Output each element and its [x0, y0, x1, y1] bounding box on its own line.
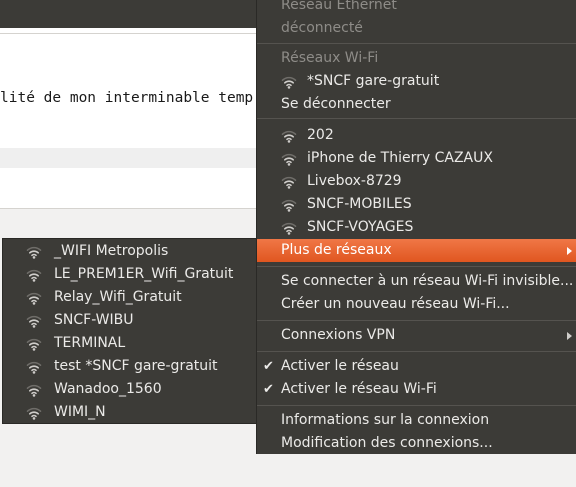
menu-separator [257, 405, 576, 406]
menu-separator [257, 320, 576, 321]
wifi-signal-icon [26, 384, 42, 397]
chevron-right-icon [567, 332, 572, 340]
check-icon: ✔ [263, 382, 274, 397]
ethernet-status: déconnecté [281, 20, 363, 36]
menu-separator [257, 118, 576, 119]
network-indicator-menu: Réseau Ethernet déconnecté Réseaux Wi-Fi… [256, 0, 576, 454]
wifi-signal-icon [26, 292, 42, 305]
wifi-network-item[interactable]: Relay_Wifi_Gratuit [3, 286, 256, 309]
connection-info-item[interactable]: Informations sur la connexion [257, 409, 576, 432]
wifi-signal-icon [281, 199, 297, 212]
wifi-heading: Réseaux Wi-Fi [281, 50, 379, 66]
wifi-network-item[interactable]: 202 [257, 124, 576, 147]
menu-separator [257, 43, 576, 44]
wifi-network-item[interactable]: _WIFI Metropolis [3, 240, 256, 263]
wifi-network-item[interactable]: TERMINAL [3, 332, 256, 355]
chevron-right-icon [567, 247, 572, 255]
menu-separator [257, 266, 576, 267]
wifi-network-item[interactable]: SNCF-VOYAGES [257, 216, 576, 239]
wifi-network-item[interactable]: iPhone de Thierry CAZAUX [257, 147, 576, 170]
check-icon: ✔ [263, 359, 274, 374]
wifi-network-item[interactable]: test *SNCF gare-gratuit [3, 355, 256, 378]
wifi-signal-icon [281, 76, 297, 89]
editor-text-line[interactable]: lité de mon interminable temp [0, 90, 253, 106]
wifi-signal-icon [26, 269, 42, 282]
wifi-signal-icon [281, 130, 297, 143]
wifi-signal-icon [281, 222, 297, 235]
menu-separator [257, 351, 576, 352]
wifi-network-item[interactable]: SNCF-MOBILES [257, 193, 576, 216]
wifi-signal-icon [26, 338, 42, 351]
connected-network-item[interactable]: *SNCF gare-gratuit [257, 70, 576, 93]
wifi-network-item[interactable]: SNCF-WIBU [3, 309, 256, 332]
wifi-signal-icon [26, 315, 42, 328]
create-network-item[interactable]: Créer un nouveau réseau Wi-Fi... [257, 293, 576, 316]
wifi-network-item[interactable]: Livebox-8729 [257, 170, 576, 193]
wifi-signal-icon [26, 361, 42, 374]
ethernet-heading: Réseau Ethernet [281, 0, 397, 13]
more-networks-submenu: _WIFI Metropolis LE_PREM1ER_Wifi_Gratuit… [2, 238, 256, 424]
enable-networking-item[interactable]: ✔ Activer le réseau [257, 355, 576, 378]
wifi-network-item[interactable]: LE_PREM1ER_Wifi_Gratuit [3, 263, 256, 286]
edit-connections-item[interactable]: Modification des connexions... [257, 432, 576, 455]
connect-hidden-network-item[interactable]: Se connecter à un réseau Wi-Fi invisible… [257, 270, 576, 293]
more-networks-item[interactable]: Plus de réseaux [257, 239, 576, 262]
wifi-signal-icon [26, 407, 42, 420]
wifi-signal-icon [26, 246, 42, 259]
wifi-network-item[interactable]: WIMI_N [3, 401, 256, 424]
wifi-signal-icon [281, 153, 297, 166]
vpn-connections-item[interactable]: Connexions VPN [257, 324, 576, 347]
disconnect-item[interactable]: Se déconnecter [257, 93, 576, 116]
wifi-network-item[interactable]: Wanadoo_1560 [3, 378, 256, 401]
wifi-signal-icon [281, 176, 297, 189]
enable-wifi-item[interactable]: ✔ Activer le réseau Wi-Fi [257, 378, 576, 401]
